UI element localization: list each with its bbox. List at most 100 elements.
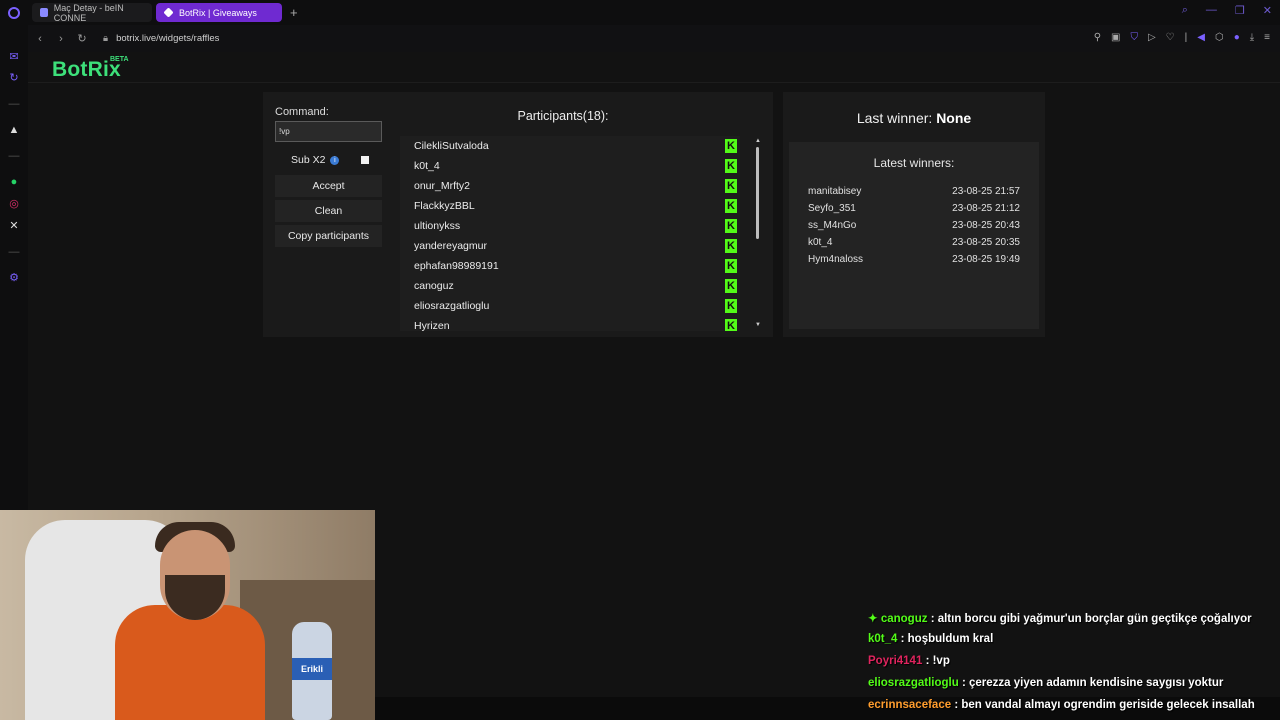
- winner-name: Seyfo_351: [808, 203, 856, 214]
- bottle-label: Erikli: [292, 658, 332, 680]
- chat-username: Poyri4141: [868, 655, 923, 667]
- sidebar-divider-icon: —: [8, 150, 20, 162]
- chat-badge-icon: ✦: [868, 613, 881, 625]
- forward-icon[interactable]: ›: [52, 33, 70, 45]
- extensions-icon[interactable]: ⬡: [1215, 32, 1224, 43]
- tab-mac-detay[interactable]: Maç Detay - beIN CONNE: [32, 3, 152, 23]
- sub-x2-checkbox[interactable]: [361, 156, 369, 164]
- winner-time: 23-08-25 20:35: [952, 237, 1020, 248]
- settings-gear-icon[interactable]: ⚙: [7, 271, 21, 285]
- kick-icon: K: [725, 299, 737, 313]
- kick-icon: K: [725, 139, 737, 153]
- heart-icon[interactable]: ♡: [1166, 32, 1175, 43]
- chat-message: ✦ canoguz : altın borcu gibi yağmur'un b…: [868, 611, 1252, 625]
- botrix-favicon-icon: [163, 7, 174, 18]
- minimize-icon[interactable]: —: [1206, 4, 1217, 17]
- menu-icon[interactable]: ≡: [1264, 32, 1270, 43]
- participant-row: eliosrazgatlioglu K: [400, 296, 740, 316]
- shield-icon[interactable]: ⛉: [1130, 32, 1138, 43]
- participants-scrollbar[interactable]: ▲ ▼: [755, 138, 761, 330]
- winner-time: 23-08-25 20:43: [952, 220, 1020, 231]
- divider-icon: |: [1184, 32, 1188, 43]
- chat-text: : çerezza yiyen adamın kendisine saygısı…: [961, 677, 1224, 689]
- app-icon[interactable]: ▲: [7, 123, 21, 137]
- screen: Maç Detay - beIN CONNE BotRix | Giveaway…: [0, 0, 1280, 720]
- maximize-icon[interactable]: ❐: [1235, 4, 1245, 17]
- scroll-down-icon[interactable]: ▼: [755, 322, 761, 328]
- profile-icon[interactable]: ●: [1234, 32, 1240, 43]
- chat-username: ecrinnsaceface: [868, 699, 952, 711]
- participant-row: CilekliSutvaloda K: [400, 136, 740, 156]
- participant-name: yandereyagmur: [414, 240, 487, 252]
- url-text: botrix.live/widgets/raffles: [116, 33, 220, 44]
- toolbar-icons: ⚲ ▣ ⛉ ▷ ♡ | ◀ ⬡ ● ⤓ ≡: [1094, 32, 1270, 43]
- search-tabs-icon[interactable]: ⌕: [1182, 4, 1188, 17]
- participant-name: eliosrazgatlioglu: [414, 300, 490, 312]
- participant-row: k0t_4 K: [400, 156, 740, 176]
- tab-title: BotRix | Giveaways: [179, 7, 257, 18]
- play-icon[interactable]: ▷: [1148, 32, 1156, 43]
- participant-name: canoguz: [414, 280, 454, 292]
- sidebar-divider-icon: —: [8, 98, 20, 110]
- participant-row: FlackkyzBBL K: [400, 196, 740, 216]
- scroll-thumb[interactable]: [756, 147, 759, 239]
- crypto-wallet-icon[interactable]: ↻: [7, 71, 21, 85]
- winner-row: k0t_4 23-08-25 20:35: [808, 237, 1020, 248]
- participant-name: FlackkyzBBL: [414, 200, 475, 212]
- clean-button[interactable]: Clean: [275, 200, 382, 222]
- webcam-overlay: Erikli: [0, 510, 375, 720]
- tab-botrix-giveaways[interactable]: BotRix | Giveaways: [156, 3, 282, 22]
- participant-row: ultionykss K: [400, 216, 740, 236]
- whatsapp-icon[interactable]: ●: [7, 175, 21, 189]
- latest-winners-title: Latest winners:: [873, 156, 955, 170]
- url-field[interactable]: 🔒︎ botrix.live/widgets/raffles: [103, 33, 219, 44]
- kick-icon: K: [725, 259, 737, 273]
- scroll-up-icon[interactable]: ▲: [755, 138, 761, 144]
- instagram-icon[interactable]: ◎: [7, 197, 21, 211]
- participant-name: ephafan98989191: [414, 260, 499, 272]
- chat-message: k0t_4 : hoşbuldum kral: [868, 633, 993, 645]
- chat-text: : hoşbuldum kral: [900, 633, 994, 645]
- accept-button[interactable]: Accept: [275, 175, 382, 197]
- reload-icon[interactable]: ↻: [73, 32, 91, 45]
- window-controls: ⌕ — ❐ ✕: [1182, 4, 1272, 17]
- winner-name: ss_M4nGo: [808, 220, 857, 231]
- participant-row: canoguz K: [400, 276, 740, 296]
- aria-icon[interactable]: ✉: [7, 50, 21, 64]
- command-input[interactable]: [275, 121, 382, 142]
- winner-row: ss_M4nGo 23-08-25 20:43: [808, 220, 1020, 231]
- winner-name: manitabisey: [808, 186, 862, 197]
- participant-row: yandereyagmur K: [400, 236, 740, 256]
- participant-name: CilekliSutvaloda: [414, 140, 489, 152]
- back-icon[interactable]: ‹: [31, 33, 49, 45]
- winner-name: Hym4naloss: [808, 254, 864, 265]
- x-twitter-icon[interactable]: ✕: [7, 219, 21, 233]
- sub-x2-label: Sub X2: [291, 154, 326, 166]
- address-bar: ‹ › ↻ 🔒︎ botrix.live/widgets/raffles ⚲ ▣ …: [28, 25, 1280, 52]
- opera-logo-icon[interactable]: [0, 0, 28, 25]
- participant-name: k0t_4: [414, 160, 440, 172]
- close-icon[interactable]: ✕: [1263, 4, 1272, 17]
- chat-message: ecrinnsaceface : ben vandal almayı ogren…: [868, 699, 1255, 711]
- beta-badge: BETA: [110, 56, 129, 63]
- chat-username: eliosrazgatlioglu: [868, 677, 959, 689]
- info-icon[interactable]: i: [330, 155, 340, 165]
- pin-icon[interactable]: ⚲: [1094, 32, 1101, 43]
- participants-title: Participants(18):: [517, 109, 609, 123]
- browser-tabbar: Maç Detay - beIN CONNE BotRix | Giveaway…: [0, 0, 1280, 25]
- chat-username: canoguz: [880, 613, 928, 625]
- snapshot-icon[interactable]: ▣: [1111, 32, 1120, 43]
- winner-card: Last winner: None Latest winners: manita…: [783, 92, 1045, 337]
- winner-row: Hym4naloss 23-08-25 19:49: [808, 254, 1020, 265]
- speaker-icon[interactable]: ◀: [1197, 32, 1205, 43]
- winner-row: manitabisey 23-08-25 21:57: [808, 186, 1020, 197]
- header-divider: [28, 82, 1280, 83]
- last-winner: Last winner: None: [783, 110, 1045, 126]
- chat-text: : !vp: [925, 655, 950, 667]
- kick-icon: K: [725, 179, 737, 193]
- copy-participants-button[interactable]: Copy participants: [275, 225, 382, 247]
- download-icon[interactable]: ⤓: [1250, 32, 1254, 43]
- new-tab-button[interactable]: +: [290, 5, 298, 20]
- participant-name: onur_Mrfty2: [414, 180, 471, 192]
- participants-list[interactable]: CilekliSutvaloda Kk0t_4 Konur_Mrfty2 K Flack…: [400, 136, 740, 331]
